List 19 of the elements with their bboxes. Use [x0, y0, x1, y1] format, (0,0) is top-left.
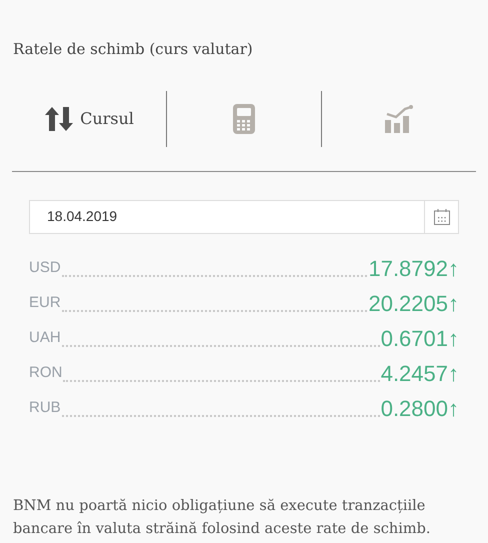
exchange-rate: 0.2800↑ — [380, 394, 459, 422]
exchange-rate: 4.2457↑ — [380, 360, 459, 388]
calendar-button[interactable] — [425, 200, 459, 234]
date-field[interactable]: 18.04.2019 — [29, 200, 425, 234]
exchange-rate: 0.6701↑ — [380, 324, 459, 352]
currency-code: RON — [29, 363, 62, 383]
exchange-rate: 17.8792↑ — [368, 254, 459, 282]
currency-code: UAH — [29, 328, 61, 348]
calculator-icon — [233, 104, 255, 134]
bar-chart-icon — [384, 104, 414, 132]
calendar-icon — [432, 208, 450, 226]
up-down-arrows-icon — [44, 106, 74, 132]
tab[interactable]: Cursul — [36, 102, 142, 136]
exchange-rate: 20.2205↑ — [368, 290, 459, 318]
currency-code: EUR — [29, 293, 61, 313]
page-title: Ratele de schimb (curs valutar) — [13, 39, 254, 60]
currency-code: USD — [29, 258, 61, 278]
currency-code: RUB — [29, 398, 61, 418]
disclaimer-text: BNM nu poartă nicio obligațiune să execute tranzacțiile bancare în valuta străină folosind aceste rate de schimb. — [13, 496, 432, 538]
